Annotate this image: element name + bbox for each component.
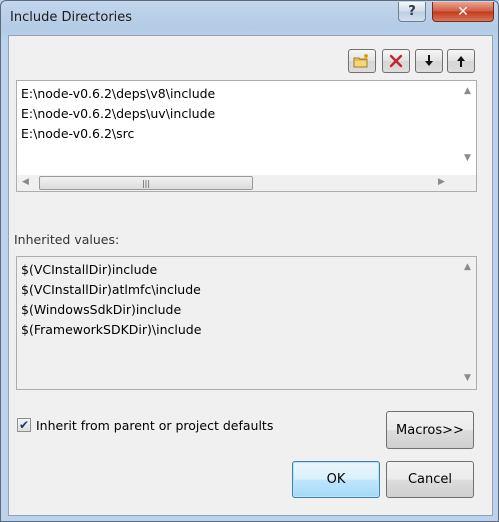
list-item[interactable]: E:\node-v0.6.2\deps\uv\include	[21, 106, 215, 121]
horizontal-scrollbar[interactable]: ◀ ||| ▶	[17, 175, 476, 191]
grip-icon: |||	[141, 178, 151, 188]
delete-x-icon	[389, 54, 403, 68]
ok-button[interactable]: OK	[292, 461, 380, 498]
arrow-down-icon	[425, 55, 433, 66]
macros-button-label: Macros>>	[396, 422, 464, 438]
directories-list[interactable]: E:\node-v0.6.2\deps\v8\include E:\node-v…	[16, 80, 477, 192]
scroll-up-icon[interactable]: ▲	[464, 262, 471, 272]
window-title: Include Directories	[10, 10, 133, 25]
inherited-values-label: Inherited values:	[14, 232, 120, 247]
macros-button[interactable]: Macros>>	[386, 411, 474, 449]
move-down-button[interactable]	[415, 49, 443, 73]
list-item[interactable]: E:\node-v0.6.2\src	[21, 126, 134, 141]
scroll-up-icon[interactable]: ▲	[464, 86, 471, 96]
checkmark-icon: ✔	[18, 418, 30, 432]
vertical-scrollbar[interactable]: ▲ ▼	[460, 257, 476, 389]
list-item: $(WindowsSdkDir)include	[21, 302, 182, 317]
list-item: $(VCInstallDir)atlmfc\include	[21, 282, 201, 297]
close-button[interactable]: ✕	[432, 2, 494, 22]
help-button[interactable]: ?	[398, 2, 426, 22]
cancel-button-label: Cancel	[407, 472, 453, 487]
title-bar[interactable]: Include Directories ? ✕	[1, 1, 498, 35]
list-item[interactable]: E:\node-v0.6.2\deps\v8\include	[21, 86, 215, 101]
scrollbar-thumb[interactable]: |||	[39, 176, 253, 190]
dialog-body: E:\node-v0.6.2\deps\v8\include E:\node-v…	[8, 35, 493, 516]
scroll-right-icon[interactable]: ▶	[438, 177, 445, 187]
dialog-window: Include Directories ? ✕ E:\node-v0.6.2\d…	[0, 0, 499, 522]
inherited-values-list: $(VCInstallDir)include $(VCInstallDir)at…	[16, 256, 477, 390]
scroll-down-icon[interactable]: ▼	[464, 153, 471, 163]
cancel-button[interactable]: Cancel	[386, 461, 474, 498]
inherit-checkbox[interactable]: ✔	[17, 418, 31, 432]
list-item: $(FrameworkSDKDir)\include	[21, 322, 202, 337]
list-item: $(VCInstallDir)include	[21, 262, 158, 277]
arrow-up-icon	[457, 56, 465, 67]
new-line-button[interactable]	[348, 49, 376, 73]
vertical-scrollbar[interactable]: ▲ ▼	[460, 81, 476, 175]
ok-button-label: OK	[326, 472, 346, 487]
move-up-button[interactable]	[447, 49, 475, 73]
delete-button[interactable]	[382, 49, 410, 73]
new-folder-icon	[353, 54, 368, 68]
scroll-down-icon[interactable]: ▼	[464, 373, 471, 383]
inherit-checkbox-label[interactable]: Inherit from parent or project defaults	[36, 418, 273, 433]
scroll-left-icon[interactable]: ◀	[22, 177, 29, 187]
